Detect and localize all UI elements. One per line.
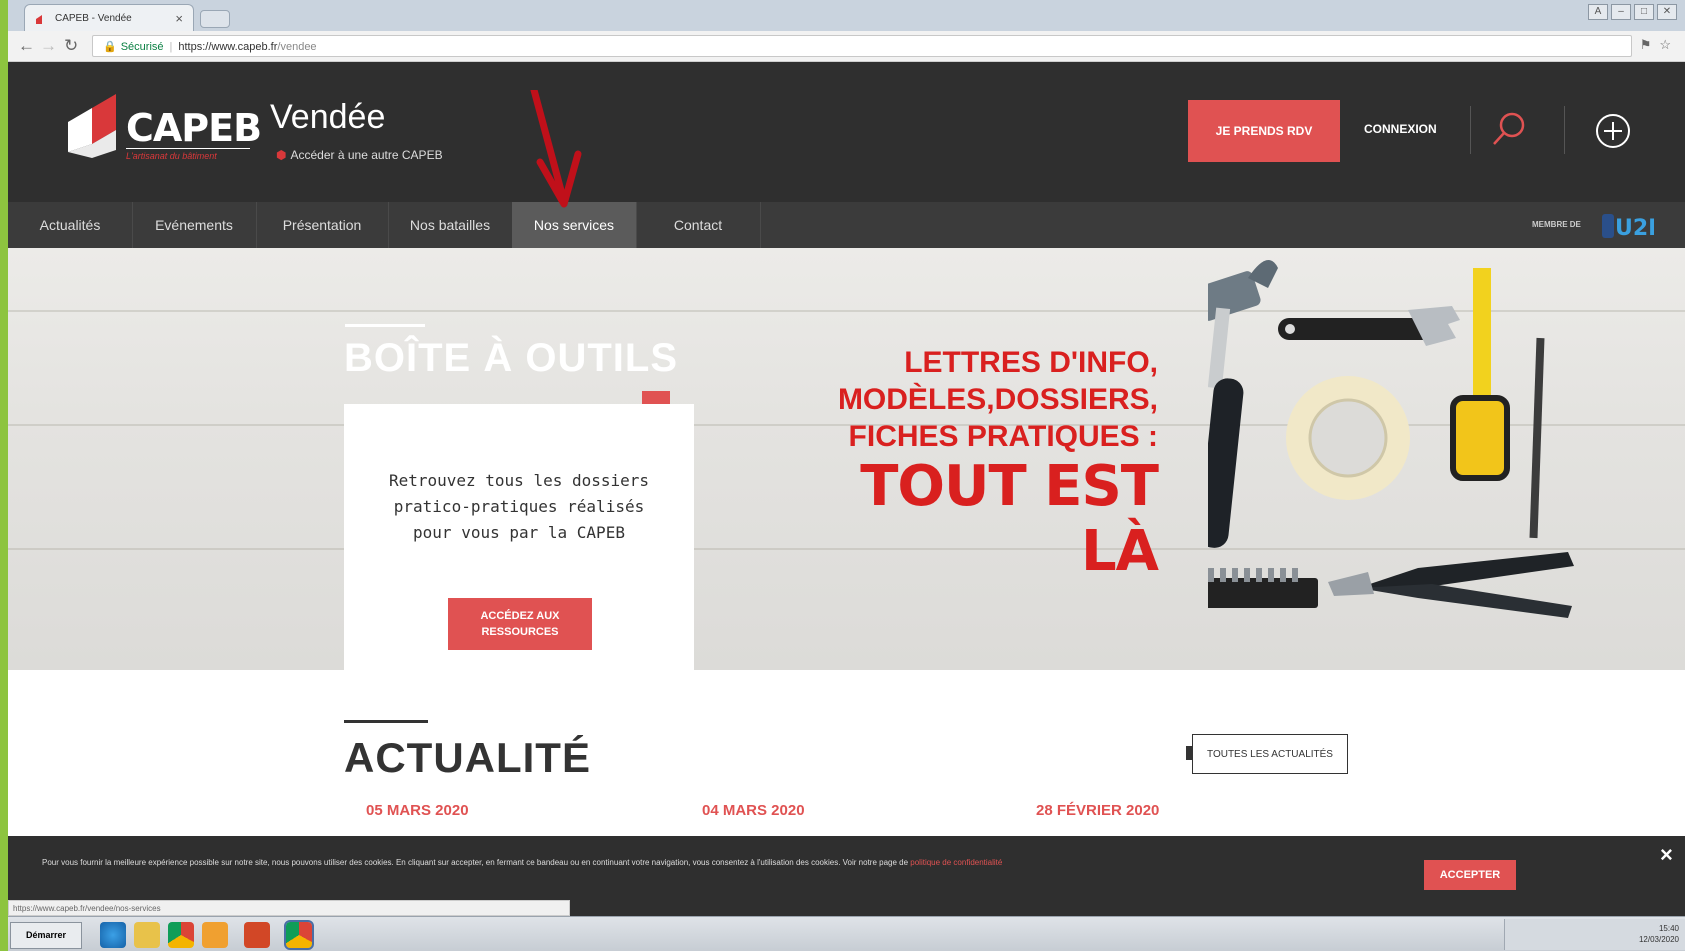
chrome-active-icon[interactable] bbox=[284, 920, 314, 950]
news-date[interactable]: 04 MARS 2020 bbox=[702, 802, 805, 819]
status-url-tooltip: https://www.capeb.fr/vendee/nos-services bbox=[8, 900, 570, 916]
promo-line: FICHES PRATIQUES : bbox=[848, 420, 1158, 453]
outlook-icon[interactable] bbox=[202, 922, 228, 948]
promo-line: MODÈLES,DOSSIERS, bbox=[837, 383, 1158, 416]
news-date[interactable]: 28 FÉVRIER 2020 bbox=[1036, 802, 1159, 819]
hero-banner: BOÎTE À OUTILS Retrouvez tous les dossie… bbox=[8, 248, 1685, 670]
url-path: /vendee bbox=[277, 41, 317, 53]
tray-time: 15:40 bbox=[1658, 924, 1679, 933]
accept-cookies-button[interactable]: ACCEPTER bbox=[1424, 860, 1516, 890]
hammer-handle-icon bbox=[1208, 378, 1244, 548]
pliers-jaw-icon bbox=[1328, 572, 1374, 596]
close-cookie-icon[interactable]: × bbox=[1660, 842, 1673, 868]
new-tab-button[interactable] bbox=[200, 10, 230, 28]
search-icon[interactable] bbox=[1490, 110, 1528, 148]
hero-card-text: Retrouvez tous les dossiers pratico-prat… bbox=[388, 471, 650, 542]
hero-title: BOÎTE À OUTILS bbox=[344, 336, 678, 380]
connexion-link[interactable]: CONNEXION bbox=[1364, 122, 1437, 136]
window-close-icon[interactable]: ✕ bbox=[1657, 4, 1677, 20]
start-button[interactable]: Démarrer bbox=[10, 922, 82, 949]
header-divider bbox=[1564, 106, 1565, 154]
browser-tabstrip: CAPEB - Vendée × A – □ ✕ bbox=[8, 0, 1685, 31]
hero-card: Retrouvez tous les dossiers pratico-prat… bbox=[344, 404, 694, 670]
bit-set-icon bbox=[1208, 578, 1318, 608]
taskbar: Démarrer 15:40 12/03/2020 bbox=[8, 916, 1685, 951]
logo-tagline: L'artisanat du bâtiment bbox=[126, 148, 250, 161]
tape-measure-body-icon bbox=[1450, 395, 1510, 481]
nav-item-evenements[interactable]: Evénements bbox=[132, 202, 257, 248]
news-title: ACTUALITÉ bbox=[344, 734, 591, 781]
url-input[interactable]: 🔒 Sécurisé | https://www.capeb.fr/vendee bbox=[92, 35, 1632, 57]
header-divider bbox=[1470, 106, 1471, 154]
access-resources-button[interactable]: ACCÉDEZ AUX RESSOURCES bbox=[448, 598, 592, 650]
wrench-hole-icon bbox=[1285, 324, 1295, 334]
capeb-favicon-icon bbox=[36, 15, 42, 24]
lock-icon: 🔒 bbox=[103, 41, 117, 53]
window-controls: A – □ ✕ bbox=[1588, 4, 1677, 20]
reload-icon[interactable]: ↻ bbox=[64, 37, 78, 55]
screen: CAPEB - Vendée × A – □ ✕ ← → ↻ 🔒 Sécurisé… bbox=[8, 0, 1685, 951]
tab-close-icon[interactable]: × bbox=[175, 11, 183, 26]
maximize-icon[interactable]: □ bbox=[1634, 4, 1654, 20]
other-capeb-label: Accéder à une autre CAPEB bbox=[290, 148, 443, 162]
logo-text: CAPEB bbox=[126, 106, 262, 150]
minimize-icon[interactable]: – bbox=[1611, 4, 1631, 20]
pliers-handle-icon bbox=[1358, 552, 1574, 588]
system-tray: 15:40 12/03/2020 bbox=[1504, 919, 1685, 950]
promo-line: LETTRES D'INFO, bbox=[904, 346, 1158, 379]
region-title: Vendée bbox=[270, 98, 386, 136]
main-nav: Actualités Evénements Présentation Nos b… bbox=[8, 202, 1685, 248]
back-icon[interactable]: ← bbox=[18, 37, 35, 55]
annotation-arrow-icon bbox=[530, 90, 582, 208]
nav-item-presentation[interactable]: Présentation bbox=[256, 202, 389, 248]
browser-tab[interactable]: CAPEB - Vendée × bbox=[24, 4, 194, 31]
pliers-handle-icon bbox=[1358, 584, 1572, 618]
url-host: https://www.capeb.fr bbox=[178, 41, 278, 53]
tray-clock[interactable]: 15:40 12/03/2020 bbox=[1639, 923, 1679, 945]
translate-icon[interactable]: ⚑ bbox=[1640, 37, 1652, 53]
url-secure-label: Sécurisé bbox=[120, 41, 164, 53]
forward-icon[interactable]: → bbox=[40, 37, 57, 55]
site-header: CAPEB L'artisanat du bâtiment Vendée ⬢ Ac… bbox=[8, 62, 1685, 202]
plus-circle-icon[interactable] bbox=[1594, 112, 1632, 150]
powerpoint-icon[interactable] bbox=[244, 922, 270, 948]
tab-title: CAPEB - Vendée bbox=[55, 13, 132, 24]
nav-item-nos-batailles[interactable]: Nos batailles bbox=[388, 202, 513, 248]
all-news-button[interactable]: TOUTES LES ACTUALITÉS bbox=[1192, 734, 1348, 774]
promo-headline: TOUT EST LÀ bbox=[860, 454, 1159, 584]
membre-label: MEMBRE DE bbox=[1532, 220, 1581, 229]
u2p-logo-text: U2P bbox=[1615, 216, 1654, 240]
u2p-logo-icon[interactable]: U2P bbox=[1602, 212, 1654, 240]
tray-date: 12/03/2020 bbox=[1638, 935, 1679, 944]
explorer-folder-icon[interactable] bbox=[134, 922, 160, 948]
nav-item-actualites[interactable]: Actualités bbox=[8, 202, 133, 248]
url-separator: | bbox=[169, 41, 173, 53]
address-bar: ← → ↻ 🔒 Sécurisé | https://www.capeb.fr/ven… bbox=[8, 31, 1685, 62]
location-pin-icon: ⬢ bbox=[276, 148, 287, 162]
omnibox-icons: ⚑ ☆ bbox=[1640, 37, 1671, 53]
chrome-icon[interactable] bbox=[168, 922, 194, 948]
hero-title-line bbox=[345, 324, 425, 327]
rdv-button[interactable]: JE PRENDS RDV bbox=[1188, 100, 1340, 162]
news-title-line bbox=[344, 720, 428, 723]
ie-icon[interactable] bbox=[100, 922, 126, 948]
account-icon[interactable]: A bbox=[1588, 4, 1608, 20]
pencil-icon bbox=[1529, 337, 1545, 539]
promo-text: LETTRES D'INFO, MODÈLES,DOSSIERS, FICHES… bbox=[788, 344, 1158, 455]
privacy-policy-link[interactable]: politique de confidentialité bbox=[910, 858, 1002, 867]
cookie-message: Pour vous fournir la meilleure expérienc… bbox=[42, 858, 909, 867]
bookmark-star-icon[interactable]: ☆ bbox=[1659, 37, 1671, 53]
other-capeb-link[interactable]: ⬢ Accéder à une autre CAPEB bbox=[276, 148, 443, 162]
nav-item-contact[interactable]: Contact bbox=[636, 202, 761, 248]
news-date[interactable]: 05 MARS 2020 bbox=[366, 802, 469, 819]
cookie-text: Pour vous fournir la meilleure expérienc… bbox=[42, 858, 1362, 867]
tools-illustration-icon bbox=[1208, 260, 1574, 618]
